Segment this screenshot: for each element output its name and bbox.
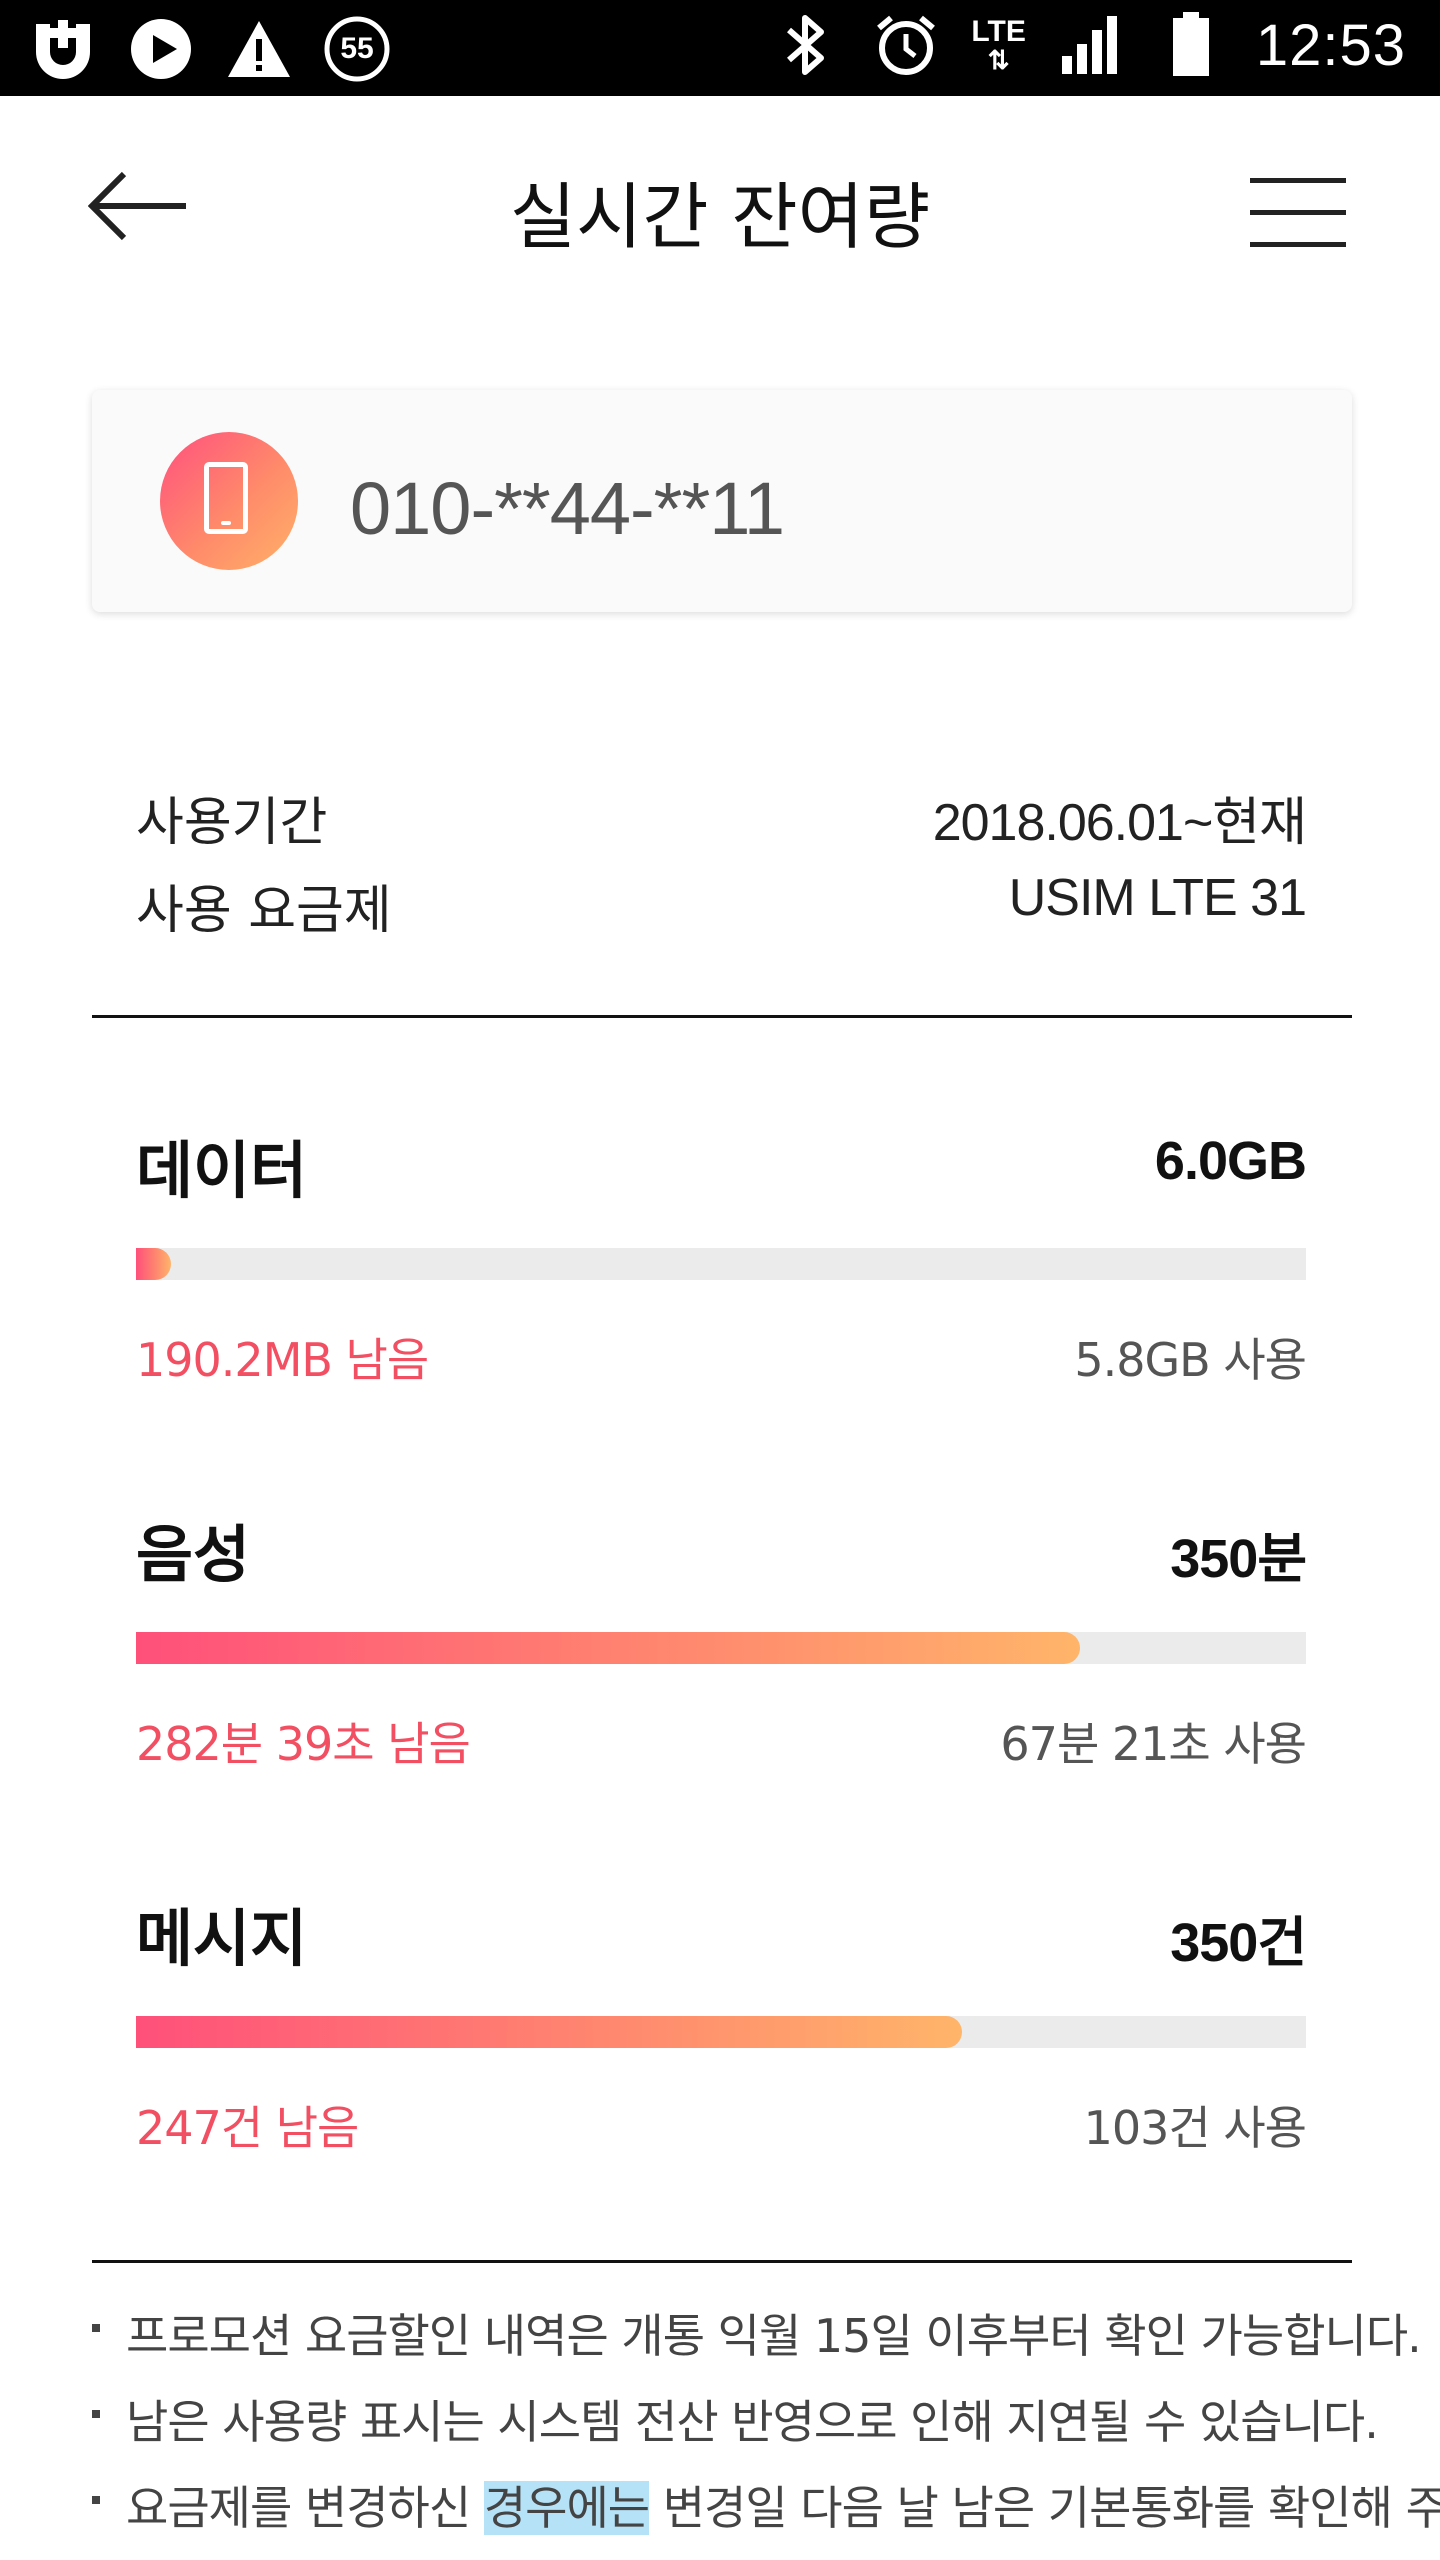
- usage-name: 데이터: [136, 1134, 308, 1207]
- usage-used: 103건 사용: [1083, 2101, 1307, 2155]
- notice-item: 프로모션 요금할인 내역은 개통 익월 15일 이후부터 확인 가능합니다.: [86, 2300, 1422, 2386]
- usage-name: 메시지: [136, 1902, 308, 1975]
- notice-list: 프로모션 요금할인 내역은 개통 익월 15일 이후부터 확인 가능합니다. 남…: [86, 2300, 1440, 2558]
- divider: [92, 2260, 1352, 2263]
- lte-icon: LTE ⇅: [971, 15, 1026, 75]
- usage-used: 5.8GB 사용: [1074, 1333, 1307, 1387]
- notification-count-icon: 55: [322, 14, 392, 84]
- usage-name: 음성: [136, 1518, 251, 1591]
- usage-remaining: 282분 39초 남음: [136, 1717, 471, 1771]
- page-title: 실시간 잔여량: [509, 175, 931, 259]
- uplus-icon: [28, 14, 98, 84]
- usage-progress-fill: [136, 2016, 963, 2048]
- bullet-icon: [92, 2410, 100, 2418]
- divider: [92, 1015, 1352, 1018]
- bullet-icon: [92, 2324, 100, 2332]
- usage-total: 6.0GB: [1154, 1131, 1307, 1191]
- status-bar: 55 LTE ⇅ 12:53: [0, 0, 1440, 96]
- usage-remaining: 190.2MB 남음: [136, 1333, 429, 1387]
- usage-progress-bar: [136, 1248, 1306, 1280]
- app-header: 실시간 잔여량: [0, 96, 1440, 326]
- usage-period-value: 2018.06.01~현재: [932, 794, 1307, 852]
- notice-item: 요금제를 변경하신 경우에는 변경일 다음 날 남은 기본통화를 확인해 주: [86, 2472, 1440, 2558]
- usage-progress-fill: [136, 1248, 172, 1280]
- usage-period-label: 사용기간: [136, 793, 328, 853]
- bluetooth-icon: [771, 10, 841, 80]
- clock: 12:53: [1255, 12, 1406, 78]
- usage-remaining: 247건 남음: [136, 2101, 359, 2155]
- usage-total: 350분: [1170, 1529, 1307, 1589]
- notice-item: 남은 사용량 표시는 시스템 전산 반영으로 인해 지연될 수 있습니다.: [86, 2386, 1386, 2472]
- usage-used: 67분 21초 사용: [1000, 1717, 1307, 1771]
- usage-progress-fill: [136, 1632, 1081, 1664]
- plan-value: USIM LTE 31: [1008, 869, 1307, 927]
- plan-label: 사용 요금제: [136, 881, 392, 941]
- usage-progress-bar: [136, 1632, 1306, 1664]
- phone-number: 010-**44-**11: [350, 467, 785, 550]
- bullet-icon: [92, 2496, 100, 2504]
- usage-progress-bar: [136, 2016, 1306, 2048]
- usage-total: 350건: [1170, 1913, 1307, 1973]
- phone-icon: [160, 432, 298, 570]
- selected-text[interactable]: 경우에는: [483, 2481, 650, 2535]
- signal-icon: [1056, 10, 1126, 80]
- hamburger-menu-icon: [1250, 178, 1346, 247]
- warning-icon: [224, 14, 294, 84]
- notification-count: 55: [340, 32, 374, 65]
- play-icon: [126, 14, 196, 84]
- menu-button[interactable]: [1248, 174, 1348, 254]
- phone-number-card[interactable]: 010-**44-**11: [92, 390, 1352, 612]
- alarm-icon: [871, 10, 941, 80]
- battery-icon: [1156, 10, 1226, 80]
